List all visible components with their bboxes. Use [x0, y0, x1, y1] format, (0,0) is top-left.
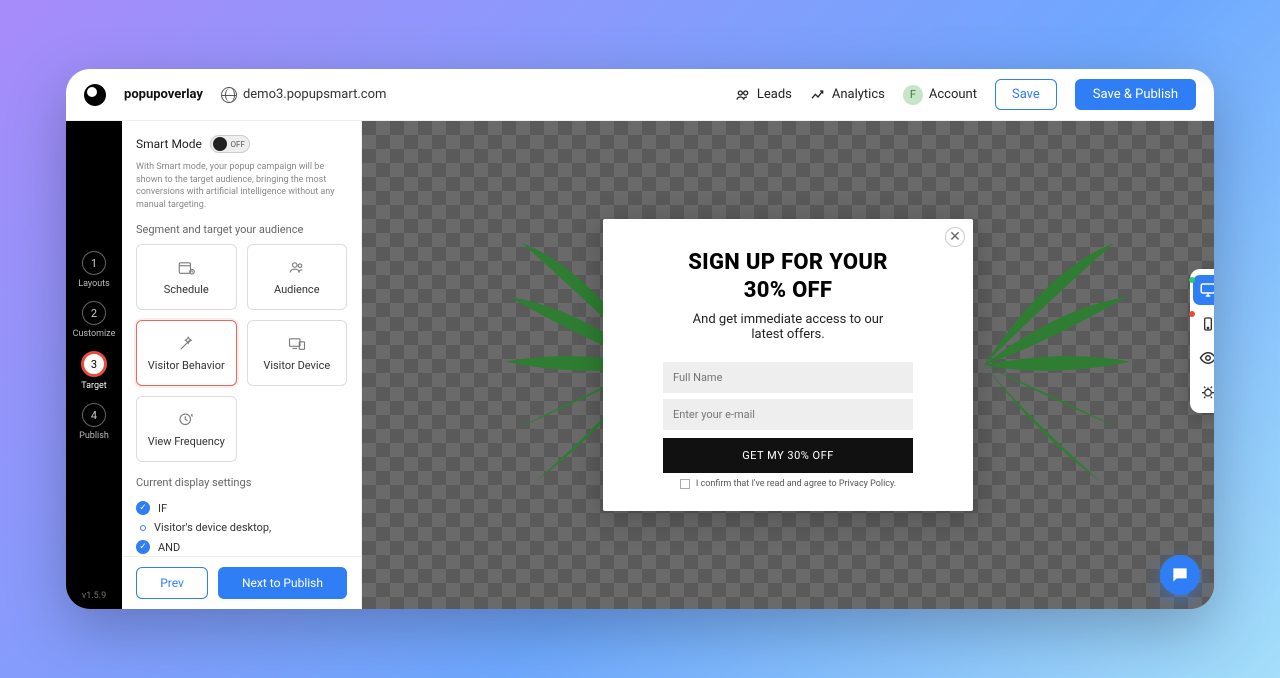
avatar-icon: F [903, 85, 923, 105]
globe-icon [221, 87, 237, 103]
tile-view-frequency[interactable]: View Frequency [136, 396, 237, 462]
app-version: v1.5.9 [82, 591, 106, 601]
rule-condition[interactable]: Visitor's device desktop, [136, 521, 347, 534]
prev-button[interactable]: Prev [136, 567, 208, 599]
eye-icon [1199, 349, 1214, 367]
debug-button[interactable] [1193, 377, 1214, 407]
status-dot-icon [1189, 277, 1195, 283]
topbar: popupoverlay demo3.popupsmart.com Leads … [66, 69, 1214, 121]
people-icon [287, 259, 307, 277]
nav-account-label: Account [929, 87, 977, 102]
tile-behavior-label: Visitor Behavior [148, 359, 225, 372]
display-rules-list: ✓IF Visitor's device desktop, ✓AND [136, 501, 347, 554]
leads-icon [735, 87, 751, 103]
fullname-input[interactable] [663, 362, 913, 393]
smart-mode-help: With Smart mode, your popup campaign wil… [136, 161, 347, 211]
nav-analytics[interactable]: Analytics [810, 87, 885, 103]
tile-visitor-device[interactable]: Visitor Device [247, 320, 348, 386]
step-layouts-label: Layouts [78, 279, 110, 289]
consent-row[interactable]: I confirm that I've read and agree to Pr… [633, 479, 943, 489]
step-rail: 1 Layouts 2 Customize 3 Target 4 Publish… [66, 121, 122, 609]
step-target[interactable]: 3 Target [81, 351, 107, 391]
close-icon[interactable]: ✕ [945, 227, 965, 247]
preview-canvas: ✕ SIGN UP FOR YOUR 30% OFF And get immed… [362, 121, 1214, 609]
palm-leaf-decoration [964, 235, 1134, 495]
check-icon: ✓ [136, 540, 150, 554]
tile-audience[interactable]: Audience [247, 244, 348, 310]
step-publish[interactable]: 4 Publish [79, 403, 109, 441]
save-publish-button[interactable]: Save & Publish [1075, 79, 1196, 110]
tile-schedule[interactable]: Schedule [136, 244, 237, 310]
mobile-preview-button[interactable] [1193, 309, 1214, 339]
email-input[interactable] [663, 399, 913, 430]
app-window: popupoverlay demo3.popupsmart.com Leads … [66, 69, 1214, 609]
rule-and[interactable]: ✓AND [136, 540, 347, 554]
consent-checkbox[interactable] [680, 479, 690, 489]
step-layouts[interactable]: 1 Layouts [78, 251, 110, 289]
calendar-icon [176, 259, 196, 277]
panel-footer: Prev Next to Publish [122, 556, 361, 609]
step-target-label: Target [81, 381, 107, 391]
smart-mode-toggle[interactable]: OFF [210, 135, 250, 153]
segment-heading: Segment and target your audience [136, 223, 347, 236]
analytics-icon [810, 87, 826, 103]
brand-logo-icon [84, 84, 106, 106]
tile-visitor-behavior[interactable]: Visitor Behavior [136, 320, 237, 386]
popup-preview[interactable]: ✕ SIGN UP FOR YOUR 30% OFF And get immed… [603, 219, 973, 511]
devices-icon [287, 335, 307, 353]
check-icon: ✓ [136, 501, 150, 515]
target-settings-panel: Smart Mode OFF With Smart mode, your pop… [122, 121, 362, 609]
device-preview-rail [1190, 269, 1214, 413]
tile-frequency-label: View Frequency [148, 435, 225, 448]
bug-icon [1200, 384, 1214, 400]
rule-if[interactable]: ✓IF [136, 501, 347, 515]
domain-text: demo3.popupsmart.com [243, 87, 386, 102]
mobile-icon [1200, 316, 1214, 332]
nav-account[interactable]: F Account [903, 85, 977, 105]
popup-subtitle: And get immediate access to our latest o… [633, 312, 943, 342]
tile-device-label: Visitor Device [263, 359, 330, 372]
step-customize-label: Customize [73, 329, 116, 339]
editor-body: 1 Layouts 2 Customize 3 Target 4 Publish… [66, 121, 1214, 609]
next-button[interactable]: Next to Publish [218, 567, 347, 599]
popup-cta-button[interactable]: GET MY 30% OFF [663, 438, 913, 473]
status-dot-icon [1189, 311, 1195, 317]
nav-analytics-label: Analytics [832, 87, 885, 102]
monitor-icon [1199, 281, 1214, 299]
popup-title: SIGN UP FOR YOUR 30% OFF [633, 249, 943, 304]
desktop-preview-button[interactable] [1193, 275, 1214, 305]
visibility-button[interactable] [1193, 343, 1214, 373]
wand-icon [176, 335, 196, 353]
chat-icon [1170, 565, 1190, 585]
domain-indicator[interactable]: demo3.popupsmart.com [221, 87, 386, 103]
tile-schedule-label: Schedule [164, 283, 209, 296]
tile-audience-label: Audience [274, 283, 320, 296]
consent-text: I confirm that I've read and agree to Pr… [696, 479, 896, 489]
clock-refresh-icon [176, 411, 196, 429]
nav-leads-label: Leads [757, 87, 792, 102]
step-customize[interactable]: 2 Customize [73, 301, 116, 339]
current-settings-heading: Current display settings [136, 476, 347, 489]
support-chat-button[interactable] [1160, 555, 1200, 595]
step-publish-label: Publish [79, 431, 109, 441]
smart-mode-label: Smart Mode [136, 137, 202, 151]
save-button[interactable]: Save [995, 79, 1057, 110]
brand-name: popupoverlay [124, 87, 203, 102]
nav-leads[interactable]: Leads [735, 87, 792, 103]
bullet-icon [140, 525, 146, 531]
